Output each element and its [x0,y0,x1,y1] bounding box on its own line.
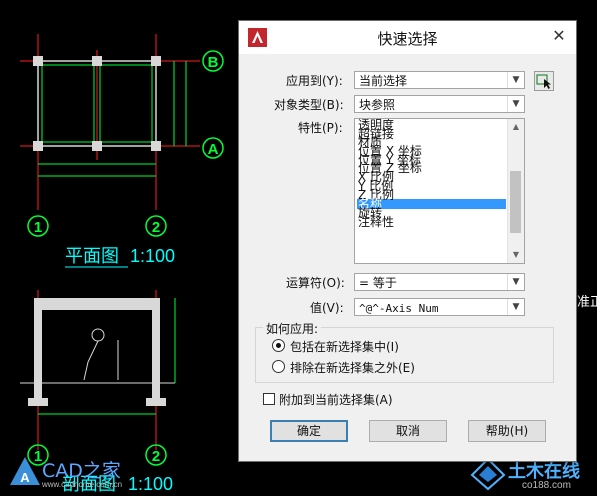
plan-view [20,34,200,210]
svg-text:1: 1 [34,219,42,236]
cancel-button[interactable]: 取消 [369,420,447,442]
chevron-down-icon: ▼ [507,274,524,290]
operator-value: = 等于 [359,276,397,290]
section-view [20,290,176,450]
properties-list: 透明度 超链接 材质 位置 X 坐标 位置 Y 坐标 位置 Z 坐标 X 比例 Y 比例 Z 比… [357,119,506,228]
chevron-down-icon: ▼ [507,72,524,88]
properties-label: 特性(P): [298,121,343,135]
ok-button[interactable]: 确定 [270,420,348,442]
append-checkbox[interactable] [263,393,275,405]
axis-bubble-a: A [202,137,224,159]
cadhome-logo-icon: A [10,457,40,485]
exclude-radio[interactable] [272,360,285,373]
cadhome-watermark: A CAD之家 www.cadhome.com.cn [6,455,176,493]
plan-scale: 1:100 [130,246,175,266]
chevron-down-icon: ▼ [507,299,524,315]
scrollbar-thumb[interactable] [510,171,521,233]
object-type-value: 块参照 [359,98,396,112]
svg-text:B: B [208,54,219,71]
axis-bubble-1-plan: 1 [27,215,49,237]
value-dropdown[interactable]: ^@^-Axis Num ▼ [354,298,525,316]
svg-text:A: A [20,470,30,485]
value-value: ^@^-Axis Num [359,302,439,315]
operator-dropdown[interactable]: = 等于 ▼ [354,273,525,291]
select-objects-icon [536,74,551,89]
properties-scrollbar[interactable]: ▲ ▼ [507,119,524,263]
include-radio[interactable] [272,339,285,352]
dialog-titlebar[interactable]: 快速选择 ✕ [239,21,576,54]
select-objects-button[interactable] [534,71,554,91]
plan-title: 平面图 [65,246,119,267]
svg-text:A: A [208,141,219,158]
co188-url: co188.com [522,480,571,491]
append-checkbox-label[interactable]: 附加到当前选择集(A) [279,391,393,408]
scroll-up-icon[interactable]: ▲ [508,119,524,135]
exclude-radio-label[interactable]: 排除在新选择集之外(E) [290,359,415,376]
apply-to-label: 应用到(Y): [286,74,343,88]
cadhome-text: CAD之家 [42,460,121,482]
apply-to-value: 当前选择 [359,74,408,88]
dialog-title: 快速选择 [377,30,438,48]
axis-bubble-2-plan: 2 [145,215,167,237]
include-radio-label[interactable]: 包括在新选择集中(I) [290,338,399,355]
how-to-apply-label: 如何应用: [263,320,322,337]
svg-text:2: 2 [152,219,160,236]
object-type-dropdown[interactable]: 块参照 ▼ [354,95,525,113]
property-item[interactable]: 注释性 [357,216,506,228]
quick-select-dialog: 快速选择 ✕ 应用到(Y): 当前选择 ▼ 对象类型(B): 块参照 ▼ 特性(… [238,20,577,462]
close-icon[interactable]: ✕ [550,27,568,45]
operator-label: 运算符(O): [286,276,345,290]
value-label: 值(V): [310,301,344,315]
properties-listbox[interactable]: 透明度 超链接 材质 位置 X 坐标 位置 Y 坐标 位置 Z 坐标 X 比例 Y 比例 Z 比… [354,118,525,264]
axis-bubble-b: B [202,50,224,72]
cadhome-url: www.cadhome.com.cn [42,480,123,489]
co188-logo-icon [470,457,506,491]
help-button[interactable]: 帮助(H) [468,420,546,442]
side-text: 准正 [577,295,597,310]
object-type-label: 对象类型(B): [274,98,344,112]
chevron-down-icon: ▼ [507,96,524,112]
scroll-down-icon[interactable]: ▼ [508,247,524,263]
apply-to-dropdown[interactable]: 当前选择 ▼ [354,71,525,89]
